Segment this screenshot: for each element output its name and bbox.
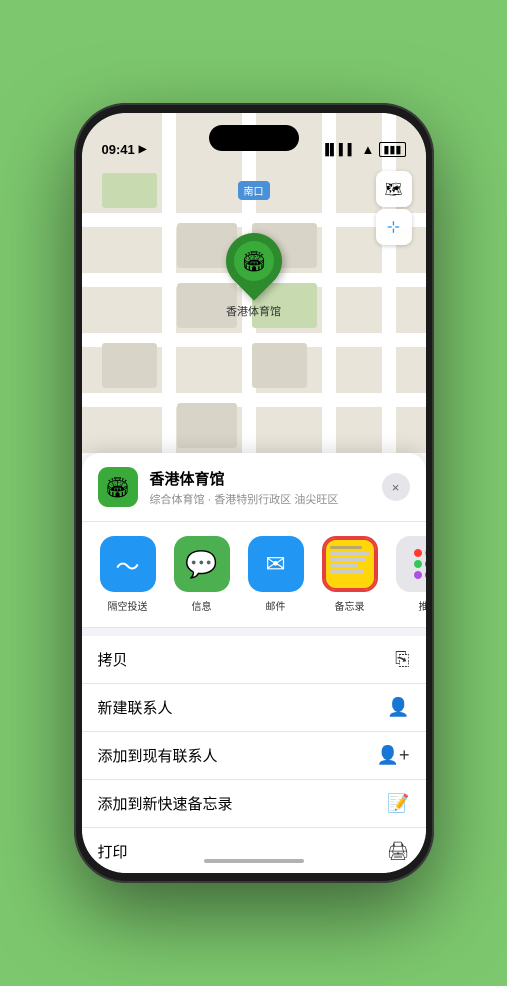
more-apps-icon	[396, 536, 426, 592]
phone-screen: 09:41 ▶ ▐▌▌▌ ▲ ▮▮▮	[82, 113, 426, 873]
notes-icon-bg	[322, 536, 378, 592]
action-copy[interactable]: 拷贝 ⎘	[82, 636, 426, 684]
map-controls: 🗺 ⊹	[376, 171, 412, 245]
new-contact-label: 新建联系人	[98, 697, 173, 718]
share-item-mail[interactable]: ✉ 邮件	[246, 536, 306, 613]
location-pin: 🏟 香港体育馆	[226, 233, 282, 319]
map-view-button[interactable]: 🗺	[376, 171, 412, 207]
copy-label: 拷贝	[98, 649, 128, 670]
map-block	[102, 343, 157, 388]
airdrop-symbol: 〜	[116, 547, 140, 582]
add-notes-label: 添加到新快速备忘录	[98, 793, 233, 814]
share-item-notes[interactable]: 备忘录	[320, 536, 380, 613]
dynamic-island	[209, 125, 299, 151]
action-new-contact[interactable]: 新建联系人 👤	[82, 684, 426, 732]
action-add-notes[interactable]: 添加到新快速备忘录 📝	[82, 780, 426, 828]
share-row: 〜 隔空投送 💬 信息 ✉ 邮件	[82, 522, 426, 628]
time-display: 09:41	[102, 142, 135, 157]
share-item-messages[interactable]: 💬 信息	[172, 536, 232, 613]
pin-label: 香港体育馆	[226, 303, 281, 319]
share-item-more[interactable]: 推	[394, 536, 426, 613]
location-button[interactable]: ⊹	[376, 209, 412, 245]
compass-icon: ⊹	[387, 217, 400, 237]
add-existing-label: 添加到现有联系人	[98, 745, 218, 766]
map-park	[102, 173, 157, 208]
person-plus-icon: 👤+	[377, 745, 410, 766]
messages-icon-bg: 💬	[174, 536, 230, 592]
place-text: 香港体育馆 综合体育馆 · 香港特别行政区 油尖旺区	[150, 468, 370, 507]
mail-icon-bg: ✉	[248, 536, 304, 592]
home-indicator	[204, 859, 304, 863]
action-add-existing[interactable]: 添加到现有联系人 👤+	[82, 732, 426, 780]
action-print[interactable]: 打印 🖨	[82, 828, 426, 873]
copy-icon: ⎘	[395, 649, 409, 670]
location-arrow-icon: ▶	[139, 144, 147, 155]
airdrop-icon: 〜	[100, 536, 156, 592]
close-icon: ×	[392, 480, 400, 495]
person-add-icon: 👤	[387, 697, 409, 718]
map-block	[252, 343, 307, 388]
messages-symbol: 💬	[185, 549, 217, 580]
status-icons: ▐▌▌▌ ▲ ▮▮▮	[321, 142, 405, 157]
signal-icon: ▐▌▌▌	[321, 144, 356, 156]
notes-label: 备忘录	[335, 598, 365, 613]
map-block	[177, 403, 237, 448]
share-item-airdrop[interactable]: 〜 隔空投送	[98, 536, 158, 613]
phone-frame: 09:41 ▶ ▐▌▌▌ ▲ ▮▮▮	[74, 103, 434, 883]
airdrop-label: 隔空投送	[108, 598, 148, 613]
print-label: 打印	[98, 841, 128, 862]
battery-icon: ▮▮▮	[379, 142, 405, 157]
place-description: 综合体育馆 · 香港特别行政区 油尖旺区	[150, 491, 370, 507]
map-entrance-label: 南口	[238, 181, 270, 200]
map-icon: 🗺	[385, 181, 403, 198]
status-time: 09:41 ▶	[102, 142, 147, 157]
mail-label: 邮件	[266, 598, 286, 613]
place-icon: 🏟	[98, 467, 138, 507]
entrance-text: 南口	[244, 187, 264, 198]
more-label: 推	[419, 598, 426, 613]
note-icon: 📝	[387, 793, 409, 814]
pin-inner: 🏟	[234, 241, 274, 281]
printer-icon: 🖨	[387, 841, 410, 862]
messages-label: 信息	[192, 598, 212, 613]
action-list: 拷贝 ⎘ 新建联系人 👤 添加到现有联系人 👤+ 添加到新快速备忘录 📝	[82, 636, 426, 873]
wifi-icon: ▲	[361, 142, 374, 157]
close-button[interactable]: ×	[382, 473, 410, 501]
place-info-header: 🏟 香港体育馆 综合体育馆 · 香港特别行政区 油尖旺区 ×	[82, 453, 426, 522]
mail-symbol: ✉	[265, 550, 285, 579]
venue-icon: 🏟	[105, 475, 130, 500]
pin-circle: 🏟	[214, 221, 293, 300]
bottom-sheet: 🏟 香港体育馆 综合体育馆 · 香港特别行政区 油尖旺区 × 〜 隔空投送	[82, 453, 426, 873]
place-name: 香港体育馆	[150, 468, 370, 489]
stadium-icon: 🏟	[241, 249, 266, 274]
